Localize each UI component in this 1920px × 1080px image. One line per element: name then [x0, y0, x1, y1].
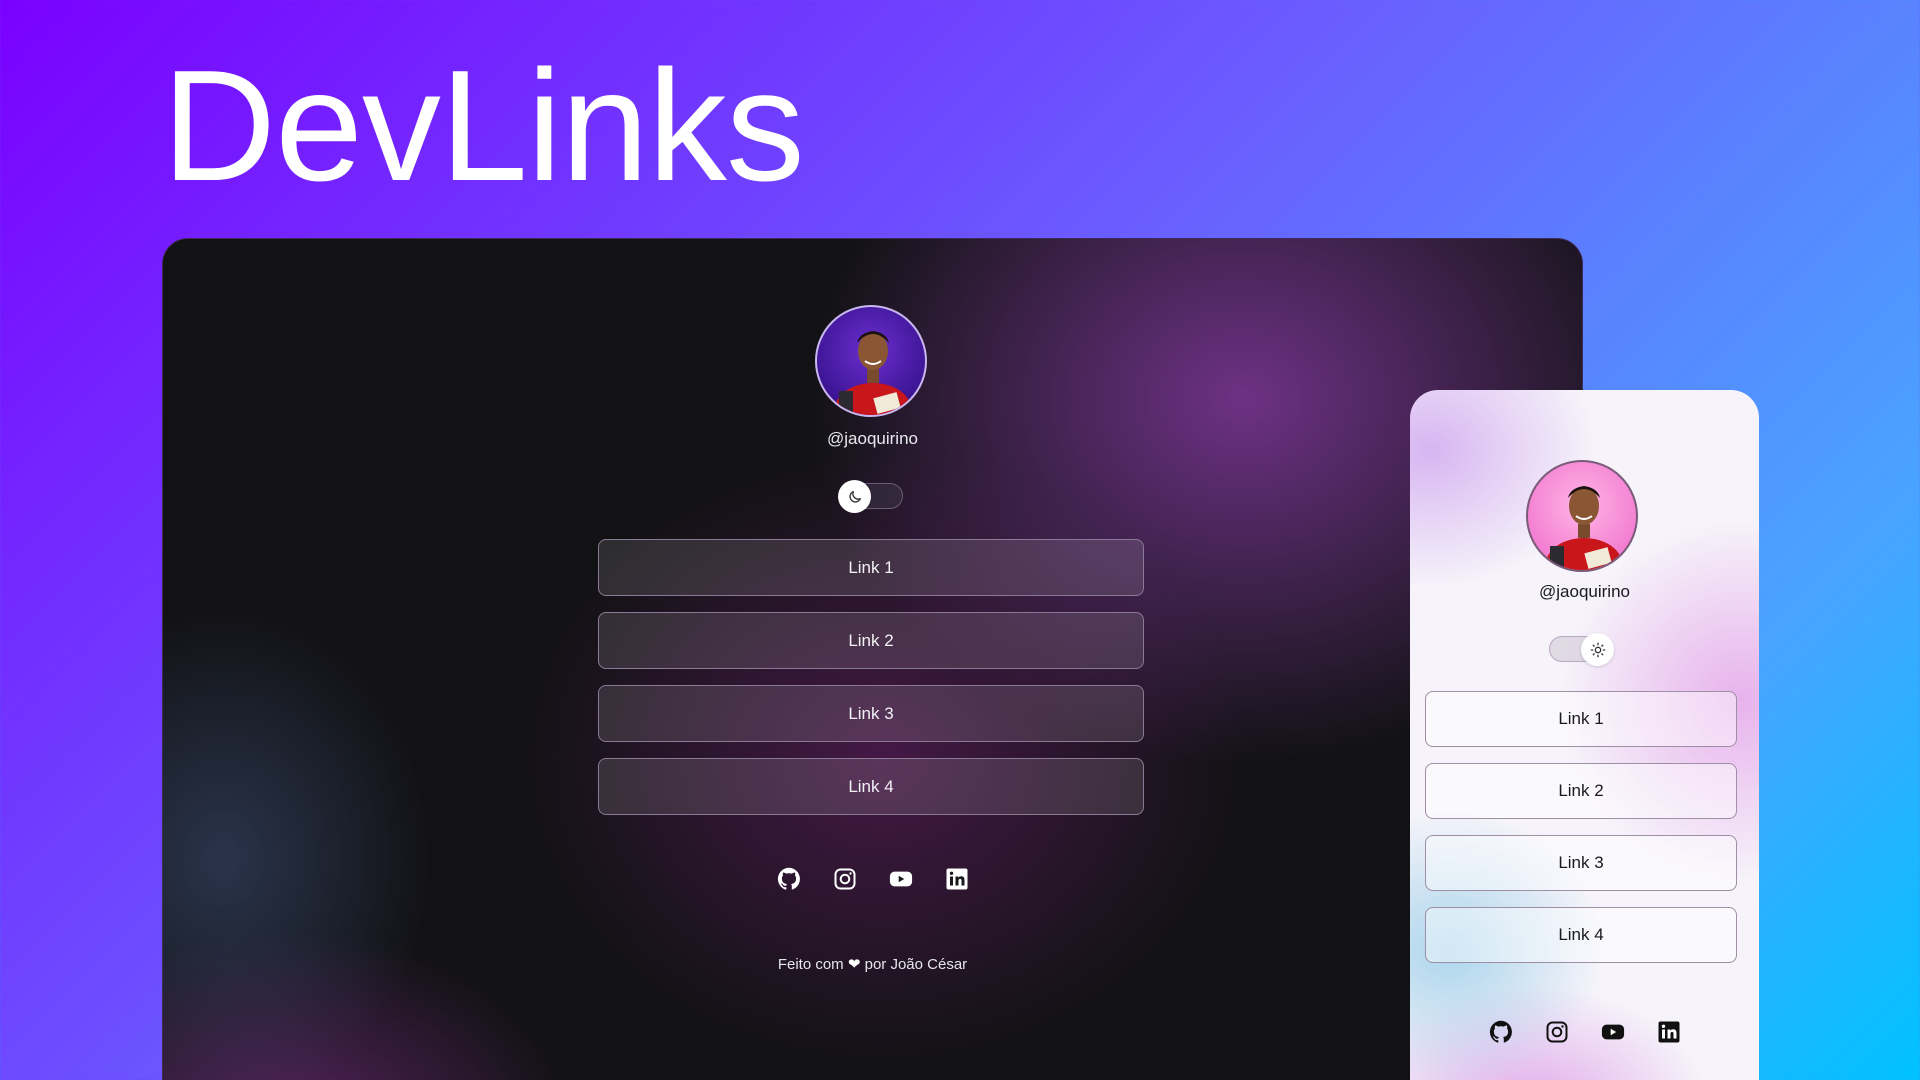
profile-handle: @jaoquirino	[1539, 582, 1630, 601]
link-button-1[interactable]: Link 1	[598, 539, 1144, 596]
youtube-icon[interactable]	[889, 867, 913, 891]
profile-photo	[835, 331, 911, 415]
link-button-1[interactable]: Link 1	[1425, 691, 1737, 747]
link-button-4[interactable]: Link 4	[1425, 907, 1737, 963]
social-links	[1410, 1020, 1759, 1044]
toggle-knob[interactable]	[838, 480, 871, 513]
footer-prefix: Feito com	[777, 956, 844, 973]
page-title: DevLinks	[162, 38, 805, 214]
linkedin-icon[interactable]	[945, 867, 969, 891]
desktop-preview: @jaoquirino Link 1 Link 2 Link 3 Link 4 …	[162, 238, 1583, 1080]
avatar	[815, 305, 927, 417]
profile-handle: @jaoquirino	[827, 429, 918, 448]
footer-credit: Feito com ❤ por João César	[163, 955, 1582, 973]
link-button-2[interactable]: Link 2	[1425, 763, 1737, 819]
github-icon[interactable]	[1489, 1020, 1513, 1044]
toggle-knob[interactable]	[1581, 633, 1614, 666]
github-icon[interactable]	[777, 867, 801, 891]
link-list: Link 1 Link 2 Link 3 Link 4	[1425, 691, 1737, 979]
instagram-icon[interactable]	[833, 867, 857, 891]
link-button-4[interactable]: Link 4	[598, 758, 1144, 815]
linkedin-icon[interactable]	[1657, 1020, 1681, 1044]
profile-photo	[1546, 486, 1622, 570]
link-button-3[interactable]: Link 3	[598, 685, 1144, 742]
link-button-3[interactable]: Link 3	[1425, 835, 1737, 891]
youtube-icon[interactable]	[1601, 1020, 1625, 1044]
footer-suffix: por João César	[864, 956, 968, 973]
social-links	[163, 867, 1582, 891]
moon-icon	[848, 490, 861, 503]
theme-toggle[interactable]	[838, 480, 903, 513]
mobile-preview: @jaoquirino Link 1 Link 2 Link 3 Link 4	[1410, 390, 1759, 1080]
sun-icon	[1590, 642, 1605, 657]
avatar	[1526, 460, 1638, 572]
heart-icon: ❤	[847, 956, 861, 973]
link-list: Link 1 Link 2 Link 3 Link 4	[598, 539, 1144, 831]
link-button-2[interactable]: Link 2	[598, 612, 1144, 669]
theme-toggle[interactable]	[1549, 633, 1614, 666]
instagram-icon[interactable]	[1545, 1020, 1569, 1044]
